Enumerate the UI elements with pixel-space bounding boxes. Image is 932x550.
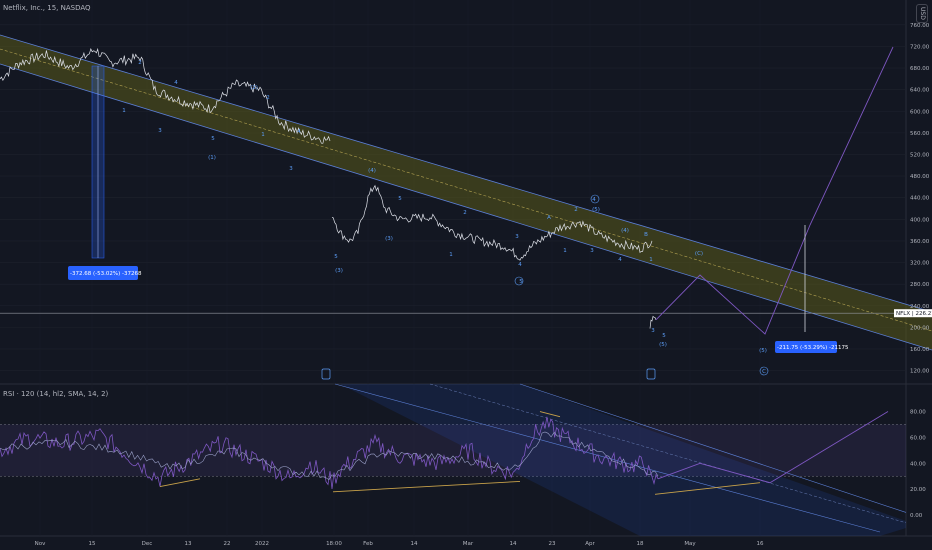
price-tick-label: 520.00 <box>910 152 930 158</box>
wave-label: 2 <box>463 210 467 216</box>
wave-label: (5) <box>592 207 600 213</box>
price-tick-label: 760.00 <box>910 23 930 29</box>
price-tick-label: 240.00 <box>910 304 930 310</box>
wave-label: 5 <box>334 254 338 260</box>
time-tick-label: Nov <box>35 541 46 547</box>
wave-label: 2 <box>266 95 270 101</box>
wave-label: 3 <box>515 234 519 240</box>
wave-label: 1 <box>122 108 126 114</box>
time-tick-label: Mar <box>463 541 474 547</box>
time-tick-label: 13 <box>185 541 192 547</box>
wave-label: (5) <box>759 348 767 354</box>
wave-label: 5 <box>398 196 402 202</box>
time-tick-label: 23 <box>549 541 556 547</box>
wave-label: (1) <box>208 155 216 161</box>
rsi-tick-label: 40.00 <box>910 461 926 467</box>
price-channel-mid <box>0 48 932 332</box>
price-tick-label: 400.00 <box>910 217 930 223</box>
wave-label: 3 <box>590 248 594 254</box>
wave-label: (4) <box>621 228 629 234</box>
wave-label: 3 <box>651 328 655 334</box>
wave-label: 1 <box>649 257 653 263</box>
wave-label: (C) <box>695 251 703 257</box>
chart-canvas[interactable]: -372.68 (-53.02%) -37268 -211.75 (-53.29%… <box>0 0 932 550</box>
wave-label: 4 <box>297 129 301 135</box>
wave-label: 1 <box>449 252 453 258</box>
wave-label: 4 <box>518 262 522 268</box>
rsi-tick-label: 80.00 <box>910 410 926 416</box>
divergence-line <box>332 480 521 493</box>
price-series-3 <box>649 315 657 329</box>
wave-label: 2 <box>574 207 578 213</box>
price-tick-label: 120.00 <box>910 369 930 375</box>
wave-label: C <box>762 369 766 375</box>
time-tick-label: 16 <box>757 541 764 547</box>
price-channel-fill <box>0 35 932 350</box>
wave-label: (4) <box>368 168 376 174</box>
wave-label: (3) <box>335 268 343 274</box>
wave-label: (5) <box>659 342 667 348</box>
price-tick-label: 640.00 <box>910 88 930 94</box>
time-tick-label: 18:00 <box>326 541 342 547</box>
wave-label: 1 <box>563 248 567 254</box>
time-tick-label: 14 <box>510 541 517 547</box>
time-tick-label: 15 <box>89 541 96 547</box>
divergence-line <box>159 478 201 488</box>
wave-label: (2) <box>250 85 258 91</box>
time-tick-label: May <box>684 541 696 547</box>
price-tick-label: 280.00 <box>910 282 930 288</box>
measure-label-2: -211.75 (-53.29%) -21175 <box>777 345 849 351</box>
wave-label: A <box>547 215 551 221</box>
wave-label: 4 <box>174 80 178 86</box>
price-channel-lower <box>0 63 932 351</box>
time-tick-label: Feb <box>363 541 373 547</box>
rsi-tick-label: 0.00 <box>910 513 923 519</box>
price-tick-label: 600.00 <box>910 109 930 115</box>
price-tick-label: 200.00 <box>910 325 930 331</box>
last-price-value: NFLX | 226.21 <box>896 311 932 317</box>
price-tick-label: 160.00 <box>910 347 930 353</box>
wave-label: 4 <box>618 257 622 263</box>
price-tick-label: 720.00 <box>910 44 930 50</box>
rsi-tick-label: 20.00 <box>910 487 926 493</box>
price-tick-label: 440.00 <box>910 196 930 202</box>
wave-label: (3) <box>385 236 393 242</box>
price-tick-label: 360.00 <box>910 239 930 245</box>
wave-label: 5 <box>662 333 666 339</box>
time-tick-label: 14 <box>411 541 418 547</box>
price-tick-label: 480.00 <box>910 174 930 180</box>
wave-label: 5 <box>211 136 215 142</box>
time-tick-label: 2022 <box>255 541 269 547</box>
wave-label: 3 <box>158 128 162 134</box>
measure-label-1: -372.68 (-53.02%) -37268 <box>70 271 142 277</box>
wave-label: 3 <box>289 166 293 172</box>
rsi-tick-label: 60.00 <box>910 435 926 441</box>
wave-label: 1 <box>261 132 265 138</box>
time-tick-label: 18 <box>637 541 644 547</box>
wave-label: B <box>644 232 648 238</box>
time-tick-label: Dec <box>142 541 153 547</box>
wave-label: 2 <box>138 60 142 66</box>
time-tick-label: Apr <box>585 541 595 547</box>
channel-overlays <box>0 34 932 536</box>
time-tick-label: 22 <box>224 541 231 547</box>
price-tick-label: 680.00 <box>910 66 930 72</box>
price-tick-label: 560.00 <box>910 131 930 137</box>
price-tick-label: 320.00 <box>910 261 930 267</box>
